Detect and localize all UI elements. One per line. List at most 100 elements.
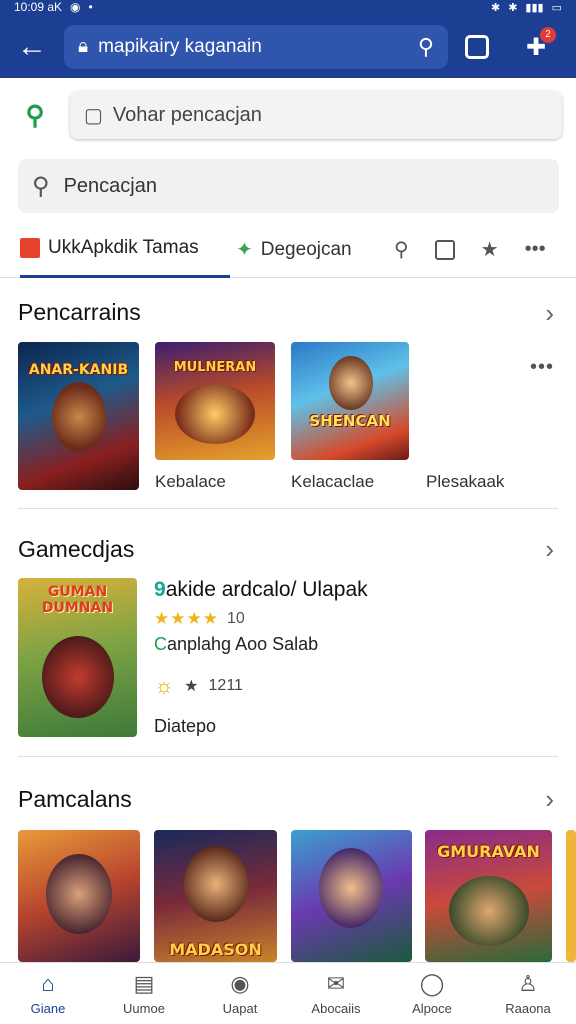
star-icon: ★ xyxy=(184,678,199,695)
character-art xyxy=(184,846,248,922)
game-art-title: SHENCAN xyxy=(309,412,391,430)
arrow-left-icon: ← xyxy=(17,30,47,63)
game-label[interactable]: Kebalace xyxy=(155,472,226,492)
back-button[interactable]: ← xyxy=(0,22,64,72)
character-art xyxy=(449,876,529,946)
tab-categories[interactable]: ✦ Degeojcan xyxy=(236,237,386,262)
home-icon: ⌂ xyxy=(41,971,55,996)
game-label[interactable]: Kelacaclae xyxy=(291,472,374,492)
game-label[interactable]: Plesakaak xyxy=(426,472,504,492)
url-row: ← 🔒︎ mapikairy kaganain ⚲ ✚ 2 xyxy=(0,22,576,72)
nav-item-updates[interactable]: ◉ Uapat xyxy=(192,963,288,1024)
green-search-icon[interactable]: ⚲ xyxy=(0,100,70,131)
nav-label: Abocaiis xyxy=(311,1001,361,1016)
app-grid-icon xyxy=(20,238,40,258)
game-thumbnail[interactable]: GMURAVAN xyxy=(425,830,552,962)
chat-icon: ◯ xyxy=(419,971,445,996)
wifi-icon: ✱ xyxy=(508,1,518,14)
rating-stars: ★★★★ xyxy=(154,609,219,628)
search-icon[interactable]: ⚲ xyxy=(418,34,434,60)
primary-search-input[interactable]: ▢ Vohar pencacjan xyxy=(70,91,562,139)
game-art-title: ANAR-KANIB xyxy=(28,362,129,378)
nav-label: Uapat xyxy=(222,1001,258,1016)
envelope-icon: ✉ xyxy=(326,971,346,996)
section-title-2: Gamecdjas xyxy=(18,536,135,562)
section-3-chevron-right-icon[interactable]: › xyxy=(545,784,554,815)
tabs-icon xyxy=(465,35,489,59)
chevron-circle-icon: ◉ xyxy=(230,971,250,996)
secondary-search-input[interactable]: ⚲ Pencacjan xyxy=(18,159,559,213)
nav-label: Alpoce xyxy=(412,1001,452,1016)
address-bar[interactable]: 🔒︎ mapikairy kaganain ⚲ xyxy=(64,25,448,69)
featured-rating: ★★★★ 10 xyxy=(154,609,245,629)
featured-meta: ☼ ★ 1211 xyxy=(154,673,243,699)
character-art xyxy=(329,356,373,410)
featured-game-title[interactable]: 9akide ardcalo/ Ulapak xyxy=(154,578,368,602)
featured-number: 9 xyxy=(154,578,166,601)
extensions-button[interactable]: ✚ 2 xyxy=(506,26,566,62)
nav-item-profile[interactable]: ♙ Raaona xyxy=(480,963,576,1024)
more-options-icon[interactable]: ••• xyxy=(530,356,554,379)
section-divider xyxy=(18,756,558,757)
notification-icon: ◉ xyxy=(70,0,81,14)
address-text: mapikairy kaganain xyxy=(98,36,262,57)
star-badge-icon: ✦ xyxy=(236,239,253,261)
tabs-button[interactable] xyxy=(448,35,506,59)
character-art xyxy=(42,636,114,718)
more-icon[interactable]: ••• xyxy=(525,238,546,261)
status-bar: 10:09 aK ◉ • ✱ ✱ ▮▮▮ ▭ xyxy=(0,0,576,14)
lock-icon: 🔒︎ xyxy=(78,36,89,57)
game-thumbnail[interactable]: SHENCAN xyxy=(291,342,409,460)
signal-icon: ▮▮▮ xyxy=(525,1,544,14)
game-thumbnail[interactable]: MULNERAN xyxy=(155,342,275,460)
sun-icon: ☼ xyxy=(154,673,175,698)
game-art-title: GUMAN DUMNAN xyxy=(41,584,114,616)
section-1-chevron-right-icon[interactable]: › xyxy=(545,298,554,329)
featured-status: Diatepo xyxy=(154,716,217,736)
developer-name: anplahg Aoo Salab xyxy=(167,634,319,654)
section-divider xyxy=(18,508,558,509)
category-tabs: UkkApkdik Tamas ✦ Degeojcan ⚲ ★ ••• xyxy=(0,222,576,278)
nav-item-inbox[interactable]: ✉ Abocaiis xyxy=(288,963,384,1024)
browser-top-bar: 10:09 aK ◉ • ✱ ✱ ▮▮▮ ▭ ← 🔒︎ mapikairy ka… xyxy=(0,0,576,78)
star-icon[interactable]: ★ xyxy=(481,237,499,262)
nav-item-chat[interactable]: ◯ Alpoce xyxy=(384,963,480,1024)
tab-label: Degeojcan xyxy=(260,238,352,260)
nav-item-home[interactable]: ⌂ Giane xyxy=(0,963,96,1024)
character-art xyxy=(52,382,106,452)
character-art xyxy=(319,848,383,928)
nav-label: Raaona xyxy=(505,1001,551,1016)
game-art-title: MADASON xyxy=(169,940,262,959)
primary-search-row: ⚲ ▢ Vohar pencacjan xyxy=(0,90,576,140)
featured-title-text: akide ardcalo/ Ulapak xyxy=(165,578,368,601)
bottom-navigation: ⌂ Giane ▤ Uumoe ◉ Uapat ✉ Abocaiis ◯ Alp… xyxy=(0,962,576,1024)
character-art xyxy=(175,384,255,444)
grid-icon[interactable] xyxy=(434,239,455,260)
section-2-chevron-right-icon[interactable]: › xyxy=(545,534,554,565)
featured-developer[interactable]: Canplahg Aoo Salab xyxy=(154,634,318,655)
bluetooth-icon: ✱ xyxy=(490,1,501,14)
user-icon: ♙ xyxy=(518,971,538,996)
secondary-search-placeholder: Pencacjan xyxy=(63,174,157,197)
section-title-1: Pencarrains xyxy=(18,299,141,325)
status-time: 10:09 aK xyxy=(14,0,63,14)
game-thumbnail[interactable] xyxy=(18,830,140,962)
nav-label: Uumoe xyxy=(123,1001,165,1016)
game-thumbnail[interactable] xyxy=(291,830,412,962)
tab-label: UkkApkdik Tamas xyxy=(48,237,199,258)
character-art xyxy=(46,854,112,934)
primary-search-placeholder: Vohar pencacjan xyxy=(112,103,262,126)
tab-tools: ⚲ ★ ••• xyxy=(394,237,546,262)
tab-apps-games[interactable]: UkkApkdik Tamas xyxy=(20,222,230,278)
featured-game-thumbnail[interactable]: GUMAN DUMNAN xyxy=(18,578,137,737)
search-icon: ⚲ xyxy=(32,172,50,200)
notification-badge: 2 xyxy=(540,26,556,43)
game-thumbnail[interactable]: ANAR-KANIB xyxy=(18,342,139,490)
rating-value: 10 xyxy=(226,610,245,627)
nav-item-store[interactable]: ▤ Uumoe xyxy=(96,963,192,1024)
game-thumbnail-partial[interactable] xyxy=(566,830,576,962)
game-art-title: MULNERAN xyxy=(173,360,257,375)
search-icon[interactable]: ⚲ xyxy=(394,237,409,262)
game-thumbnail[interactable]: MADASON xyxy=(154,830,277,962)
lock-icon: ▢ xyxy=(84,104,103,127)
